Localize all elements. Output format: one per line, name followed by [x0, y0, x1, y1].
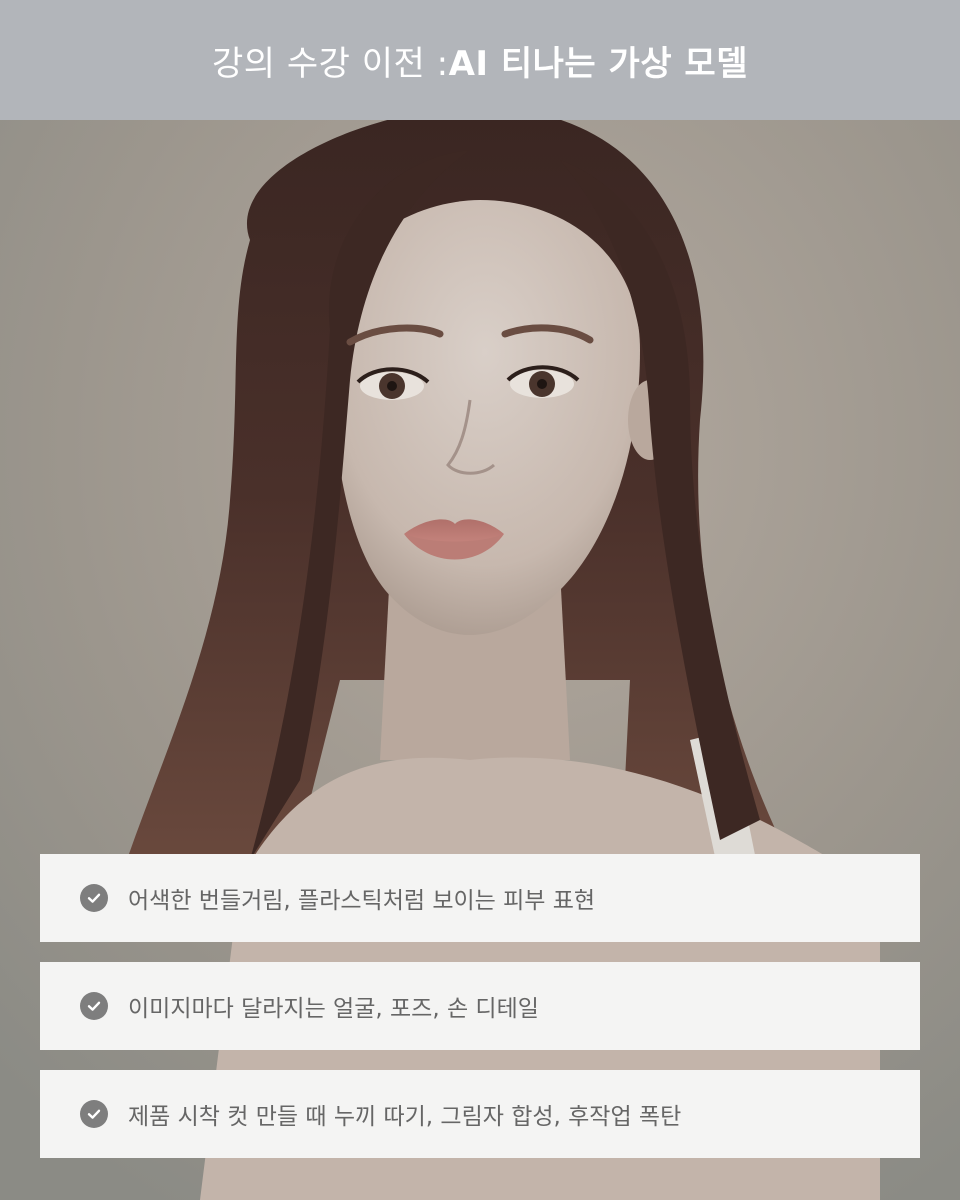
checklist-item-text: 어색한 번들거림, 플라스틱처럼 보이는 피부 표현 [128, 888, 596, 914]
title-bar: 강의 수강 이전 : AI 티나는 가상 모델 [0, 0, 960, 120]
check-circle-icon [80, 1100, 108, 1128]
checklist-item: 제품 시착 컷 만들 때 누끼 따기, 그림자 합성, 후작업 폭탄 [40, 1070, 920, 1158]
checklist-item-text: 이미지마다 달라지는 얼굴, 포즈, 손 디테일 [128, 996, 539, 1022]
checklist: 어색한 번들거림, 플라스틱처럼 보이는 피부 표현 이미지마다 달라지는 얼굴… [40, 854, 920, 1178]
checklist-item-text: 제품 시착 컷 만들 때 누끼 따기, 그림자 합성, 후작업 폭탄 [128, 1104, 682, 1130]
title-emphasis: AI 티나는 가상 모델 [448, 43, 748, 84]
title-prefix: 강의 수강 이전 : [212, 43, 449, 84]
page: 강의 수강 이전 : AI 티나는 가상 모델 어색한 번들거림, 플라스틱처럼… [0, 0, 960, 1200]
checklist-item: 어색한 번들거림, 플라스틱처럼 보이는 피부 표현 [40, 854, 920, 942]
check-circle-icon [80, 884, 108, 912]
checklist-item: 이미지마다 달라지는 얼굴, 포즈, 손 디테일 [40, 962, 920, 1050]
check-circle-icon [80, 992, 108, 1020]
